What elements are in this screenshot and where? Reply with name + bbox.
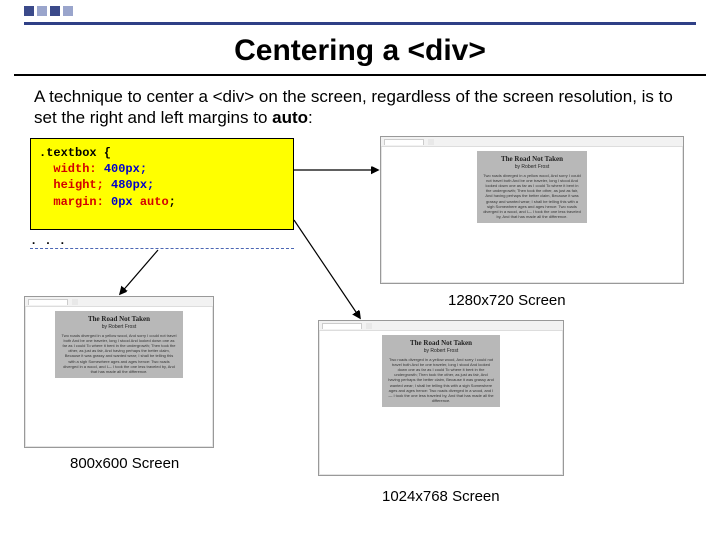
poem-body: Two roads diverged in a yellow wood, And… — [61, 333, 177, 375]
screenshot-800x600: The Road Not Taken by Robert Frost Two r… — [24, 296, 214, 448]
poem-author: by Robert Frost — [483, 164, 581, 171]
screenshot-1280x720: The Road Not Taken by Robert Frost Two r… — [380, 136, 684, 284]
poem-body: Two roads diverged in a yellow wood, And… — [483, 173, 581, 220]
caption-1024: 1024x768 Screen — [382, 488, 500, 505]
poem-title: The Road Not Taken — [61, 315, 177, 324]
poem-body: Two roads diverged in a yellow wood, And… — [388, 357, 494, 404]
poem-title: The Road Not Taken — [483, 155, 581, 164]
screenshot-1024x768: The Road Not Taken by Robert Frost Two r… — [318, 320, 564, 476]
caption-800: 800x600 Screen — [70, 455, 179, 472]
poem-title: The Road Not Taken — [388, 339, 494, 348]
poem-author: by Robert Frost — [61, 324, 177, 331]
caption-1280: 1280x720 Screen — [448, 292, 566, 309]
poem-author: by Robert Frost — [388, 348, 494, 355]
